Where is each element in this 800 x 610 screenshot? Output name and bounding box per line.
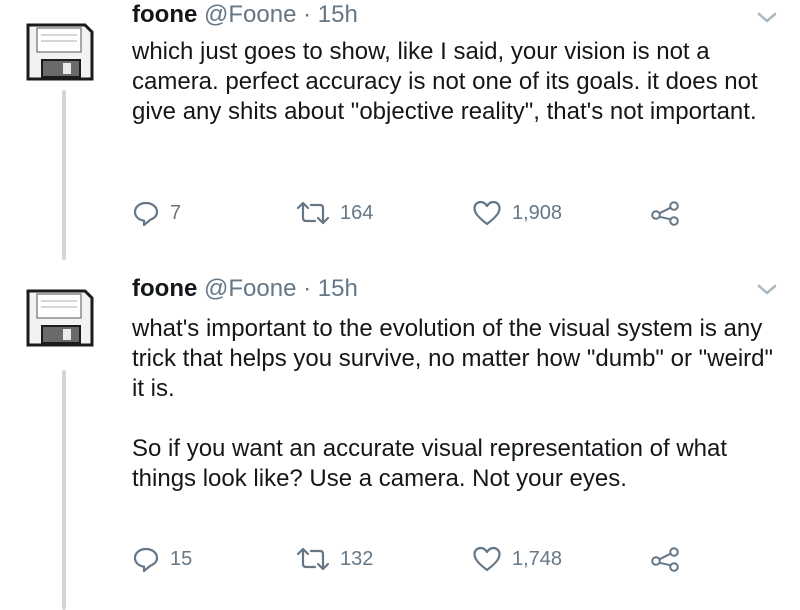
retweet-icon <box>296 201 330 225</box>
floppy-disk-icon <box>26 289 94 347</box>
retweet-count: 132 <box>340 547 374 570</box>
reply-icon <box>133 547 159 573</box>
chevron-down-icon <box>757 284 777 295</box>
heart-icon <box>473 546 501 572</box>
username[interactable]: @Foone <box>204 275 296 302</box>
tweet-paragraph: which just goes to show, like I said, yo… <box>132 38 758 125</box>
tweet-actions: 15 132 1,748 <box>132 544 712 574</box>
heart-icon <box>473 200 501 226</box>
tweet-menu-button[interactable] <box>754 278 780 300</box>
tweet-paragraph: what's important to the evolution of the… <box>132 315 774 402</box>
retweet-button[interactable]: 132 <box>296 544 373 574</box>
tweet-paragraph: So if you want an accurate visual repres… <box>132 435 728 492</box>
display-name[interactable]: foone <box>132 1 197 28</box>
reply-count: 7 <box>170 201 182 224</box>
tweet-text: which just goes to show, like I said, yo… <box>132 37 782 127</box>
retweet-icon <box>296 547 330 571</box>
timestamp[interactable]: 15h <box>318 1 358 28</box>
username[interactable]: @Foone <box>204 1 296 28</box>
tweet: foone @Foone · 15h what's important to t… <box>0 262 800 610</box>
tweet-menu-button[interactable] <box>754 6 780 28</box>
floppy-disk-icon <box>26 23 94 81</box>
timestamp[interactable]: 15h <box>318 275 358 302</box>
reply-button[interactable]: 15 <box>132 544 192 574</box>
like-button[interactable]: 1,748 <box>472 544 562 574</box>
tweet-header: foone @Foone · 15h <box>132 274 358 304</box>
avatar[interactable] <box>25 22 95 82</box>
tweet-text: what's important to the evolution of the… <box>132 314 782 494</box>
retweet-button[interactable]: 164 <box>296 198 373 228</box>
display-name[interactable]: foone <box>132 275 197 302</box>
like-count: 1,908 <box>512 201 563 224</box>
tweet: foone @Foone · 15h which just goes to sh… <box>0 0 800 260</box>
tweet-actions: 7 164 1,908 <box>132 198 712 228</box>
reply-count: 15 <box>170 547 193 570</box>
reply-icon <box>133 201 159 227</box>
avatar[interactable] <box>25 288 95 348</box>
thread-line <box>62 370 66 610</box>
share-button[interactable] <box>650 544 680 574</box>
share-button[interactable] <box>650 198 680 228</box>
like-button[interactable]: 1,908 <box>472 198 562 228</box>
separator-dot: · <box>303 1 312 28</box>
chevron-down-icon <box>757 12 777 23</box>
thread-line <box>62 90 66 260</box>
tweet-header: foone @Foone · 15h <box>132 0 358 30</box>
separator-dot: · <box>303 275 312 302</box>
share-icon <box>651 547 679 572</box>
share-icon <box>651 201 679 226</box>
like-count: 1,748 <box>512 547 563 570</box>
retweet-count: 164 <box>340 201 374 224</box>
reply-button[interactable]: 7 <box>132 198 181 228</box>
